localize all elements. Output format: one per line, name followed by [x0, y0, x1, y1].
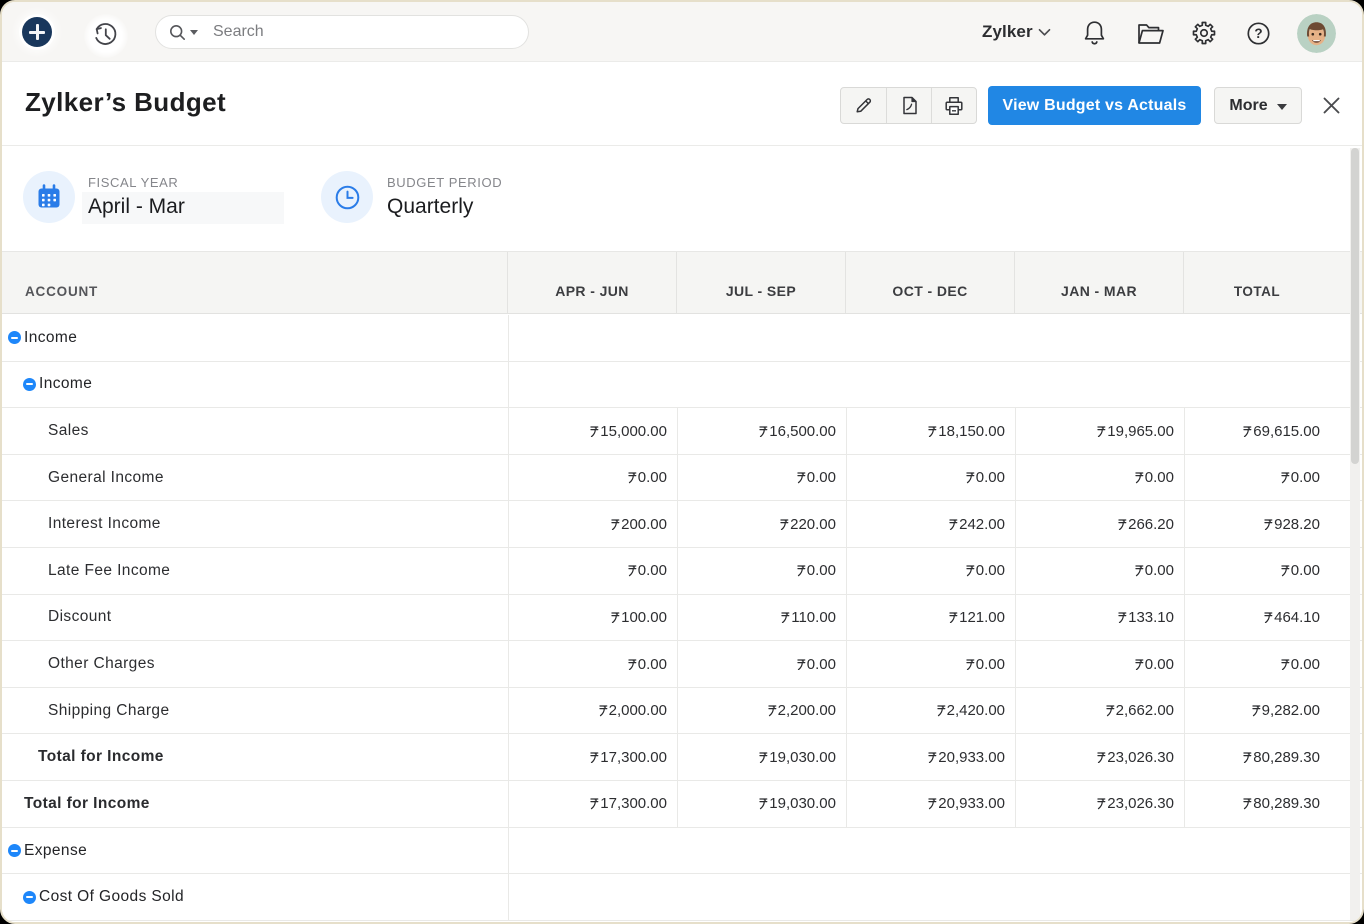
svg-text:?: ?: [1254, 26, 1262, 41]
